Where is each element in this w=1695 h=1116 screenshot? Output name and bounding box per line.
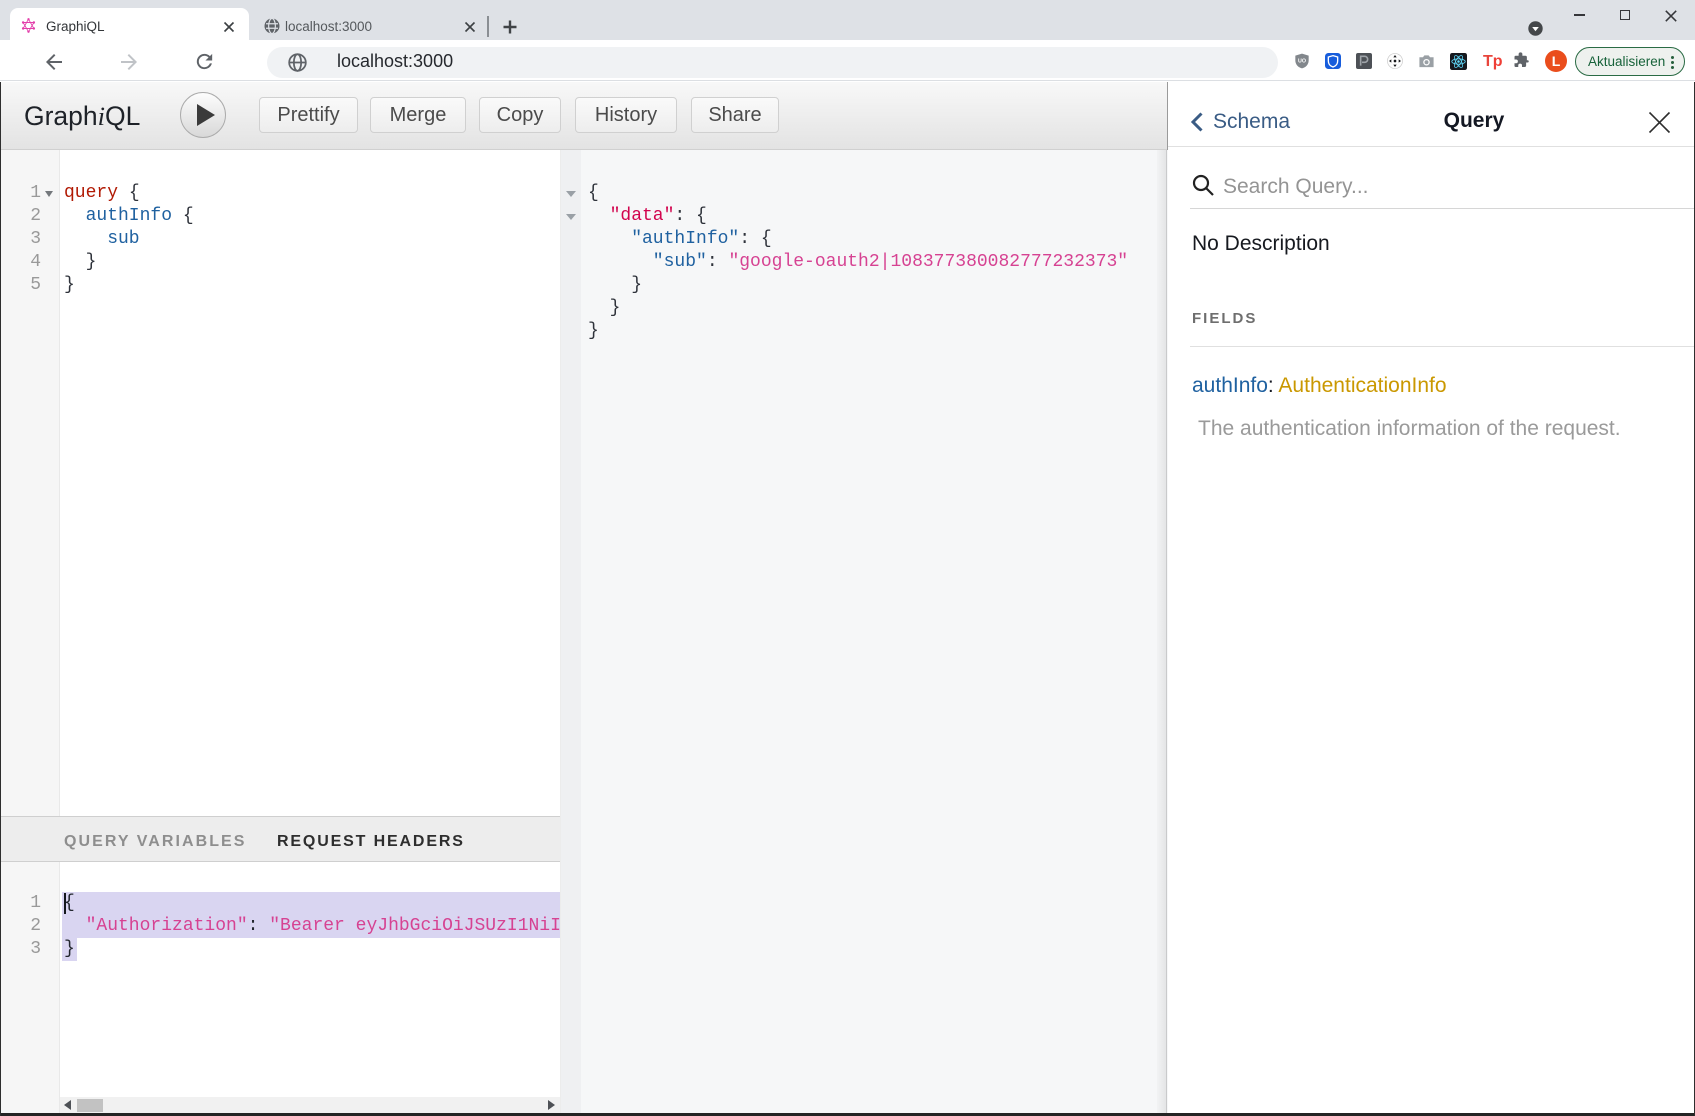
svg-text:UO: UO [1298, 58, 1306, 64]
